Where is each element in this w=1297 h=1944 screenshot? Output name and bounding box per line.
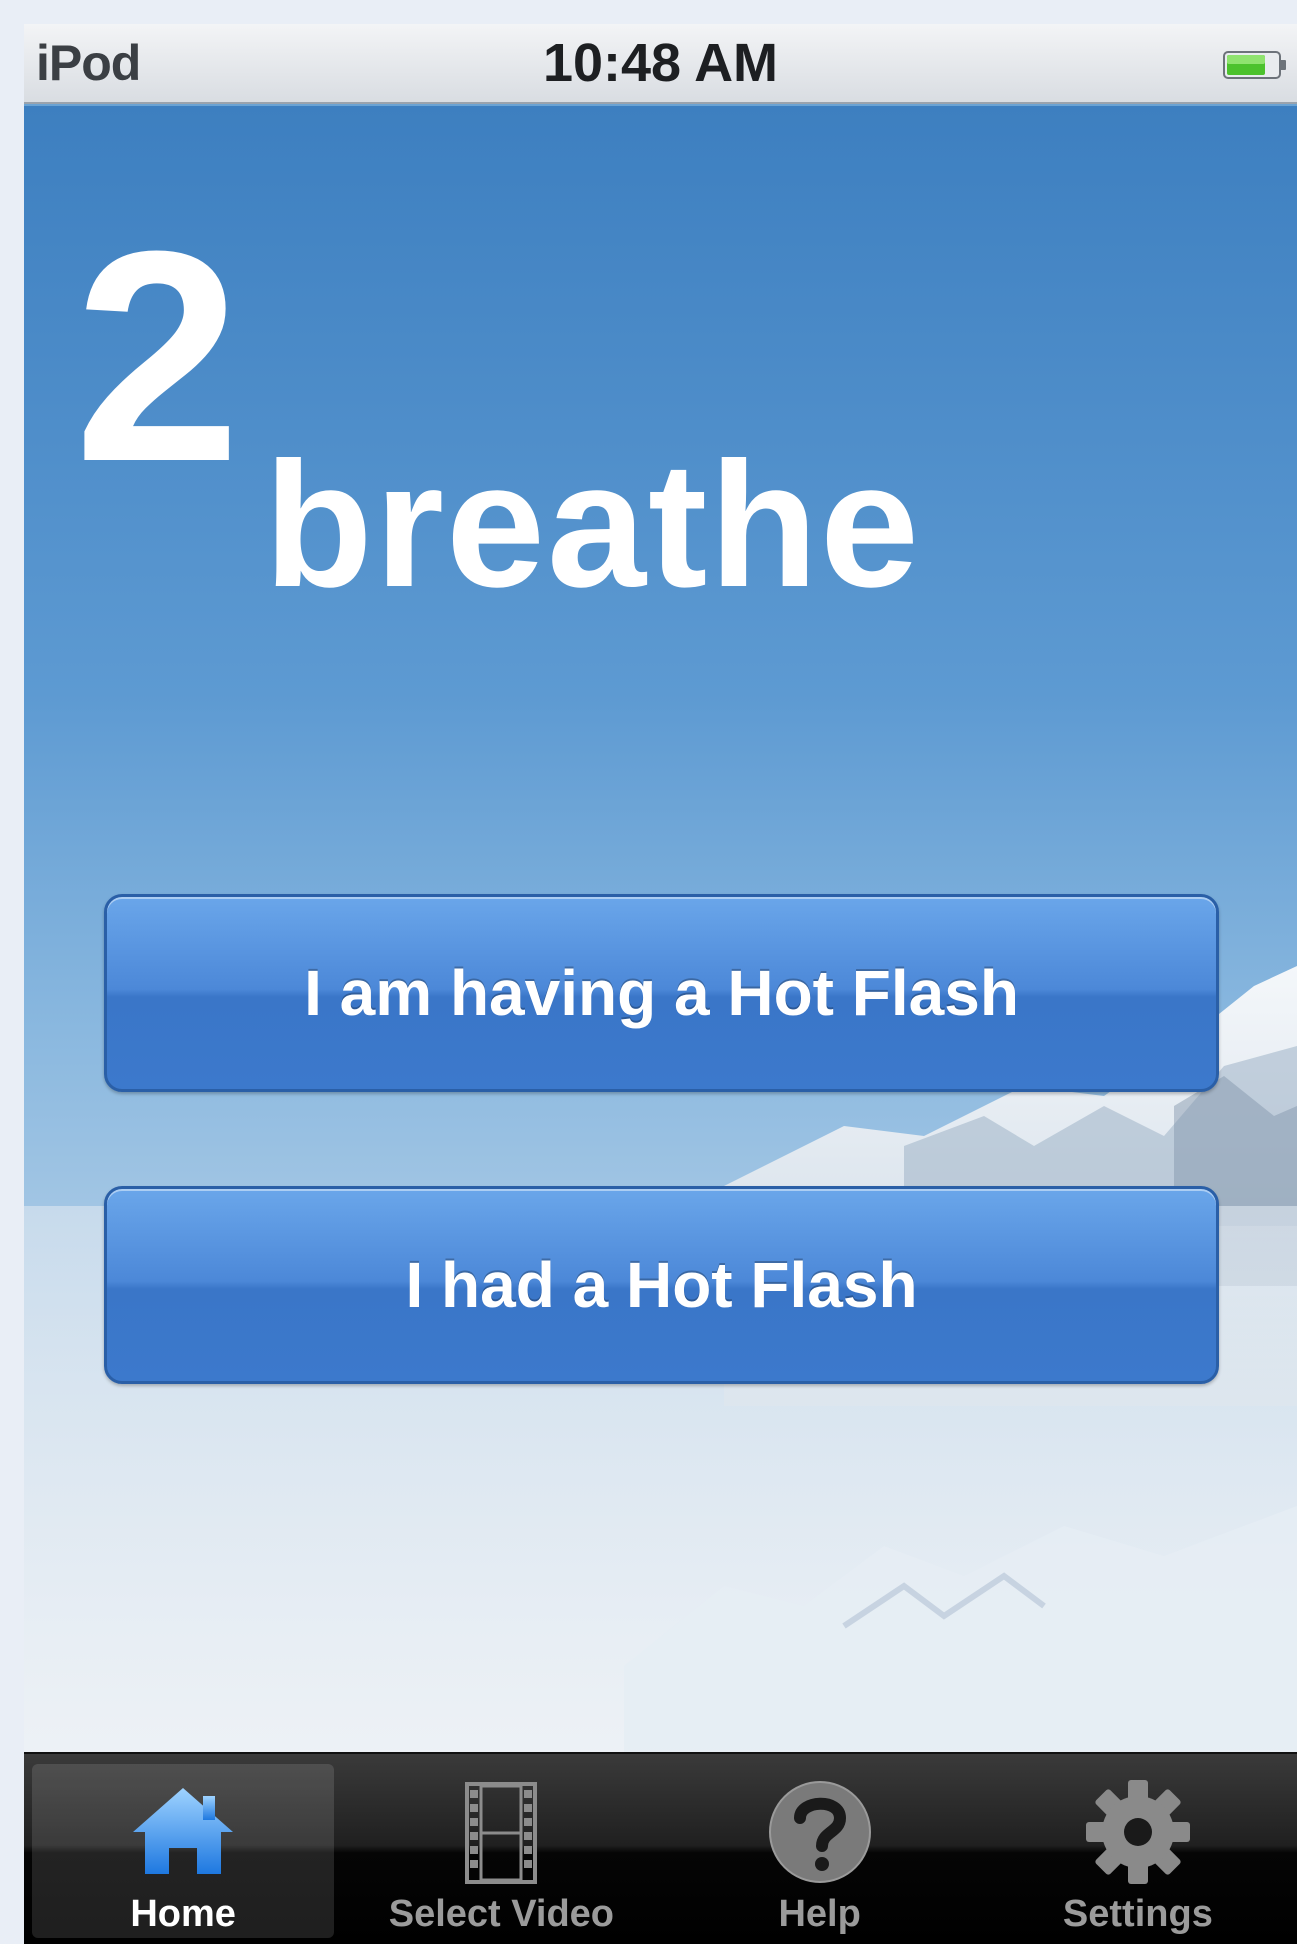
had-hot-flash-button[interactable]: I had a Hot Flash xyxy=(104,1186,1219,1384)
tab-settings[interactable]: Settings xyxy=(979,1754,1297,1944)
device-frame: 2 breathe I am having a Hot Flash I had … xyxy=(0,0,1297,1944)
logo-number: 2 xyxy=(74,188,241,524)
battery-icon xyxy=(1223,51,1286,79)
background-scene: 2 breathe I am having a Hot Flash I had … xyxy=(24,106,1297,1786)
app-screen: 2 breathe I am having a Hot Flash I had … xyxy=(24,24,1297,1944)
status-time: 10:48 AM xyxy=(542,33,779,93)
tab-help[interactable]: Help xyxy=(661,1754,979,1944)
tab-select-video[interactable]: Select Video xyxy=(342,1754,660,1944)
tab-label-settings: Settings xyxy=(1062,1893,1213,1935)
tab-label-select-video: Select Video xyxy=(388,1893,615,1935)
tab-bar: Home Select Video Help Settings xyxy=(24,1752,1297,1944)
help-icon xyxy=(768,1781,871,1883)
tab-home[interactable]: Home xyxy=(24,1754,342,1944)
having-hot-flash-button[interactable]: I am having a Hot Flash xyxy=(104,894,1219,1092)
home-icon xyxy=(133,1788,234,1874)
logo-word: breathe xyxy=(264,425,921,624)
status-bar: iPod 10:48 AM xyxy=(24,24,1297,104)
tab-label-home: Home xyxy=(130,1893,236,1935)
film-icon xyxy=(465,1782,538,1884)
tab-label-help: Help xyxy=(778,1893,861,1935)
gear-icon xyxy=(1085,1780,1190,1884)
